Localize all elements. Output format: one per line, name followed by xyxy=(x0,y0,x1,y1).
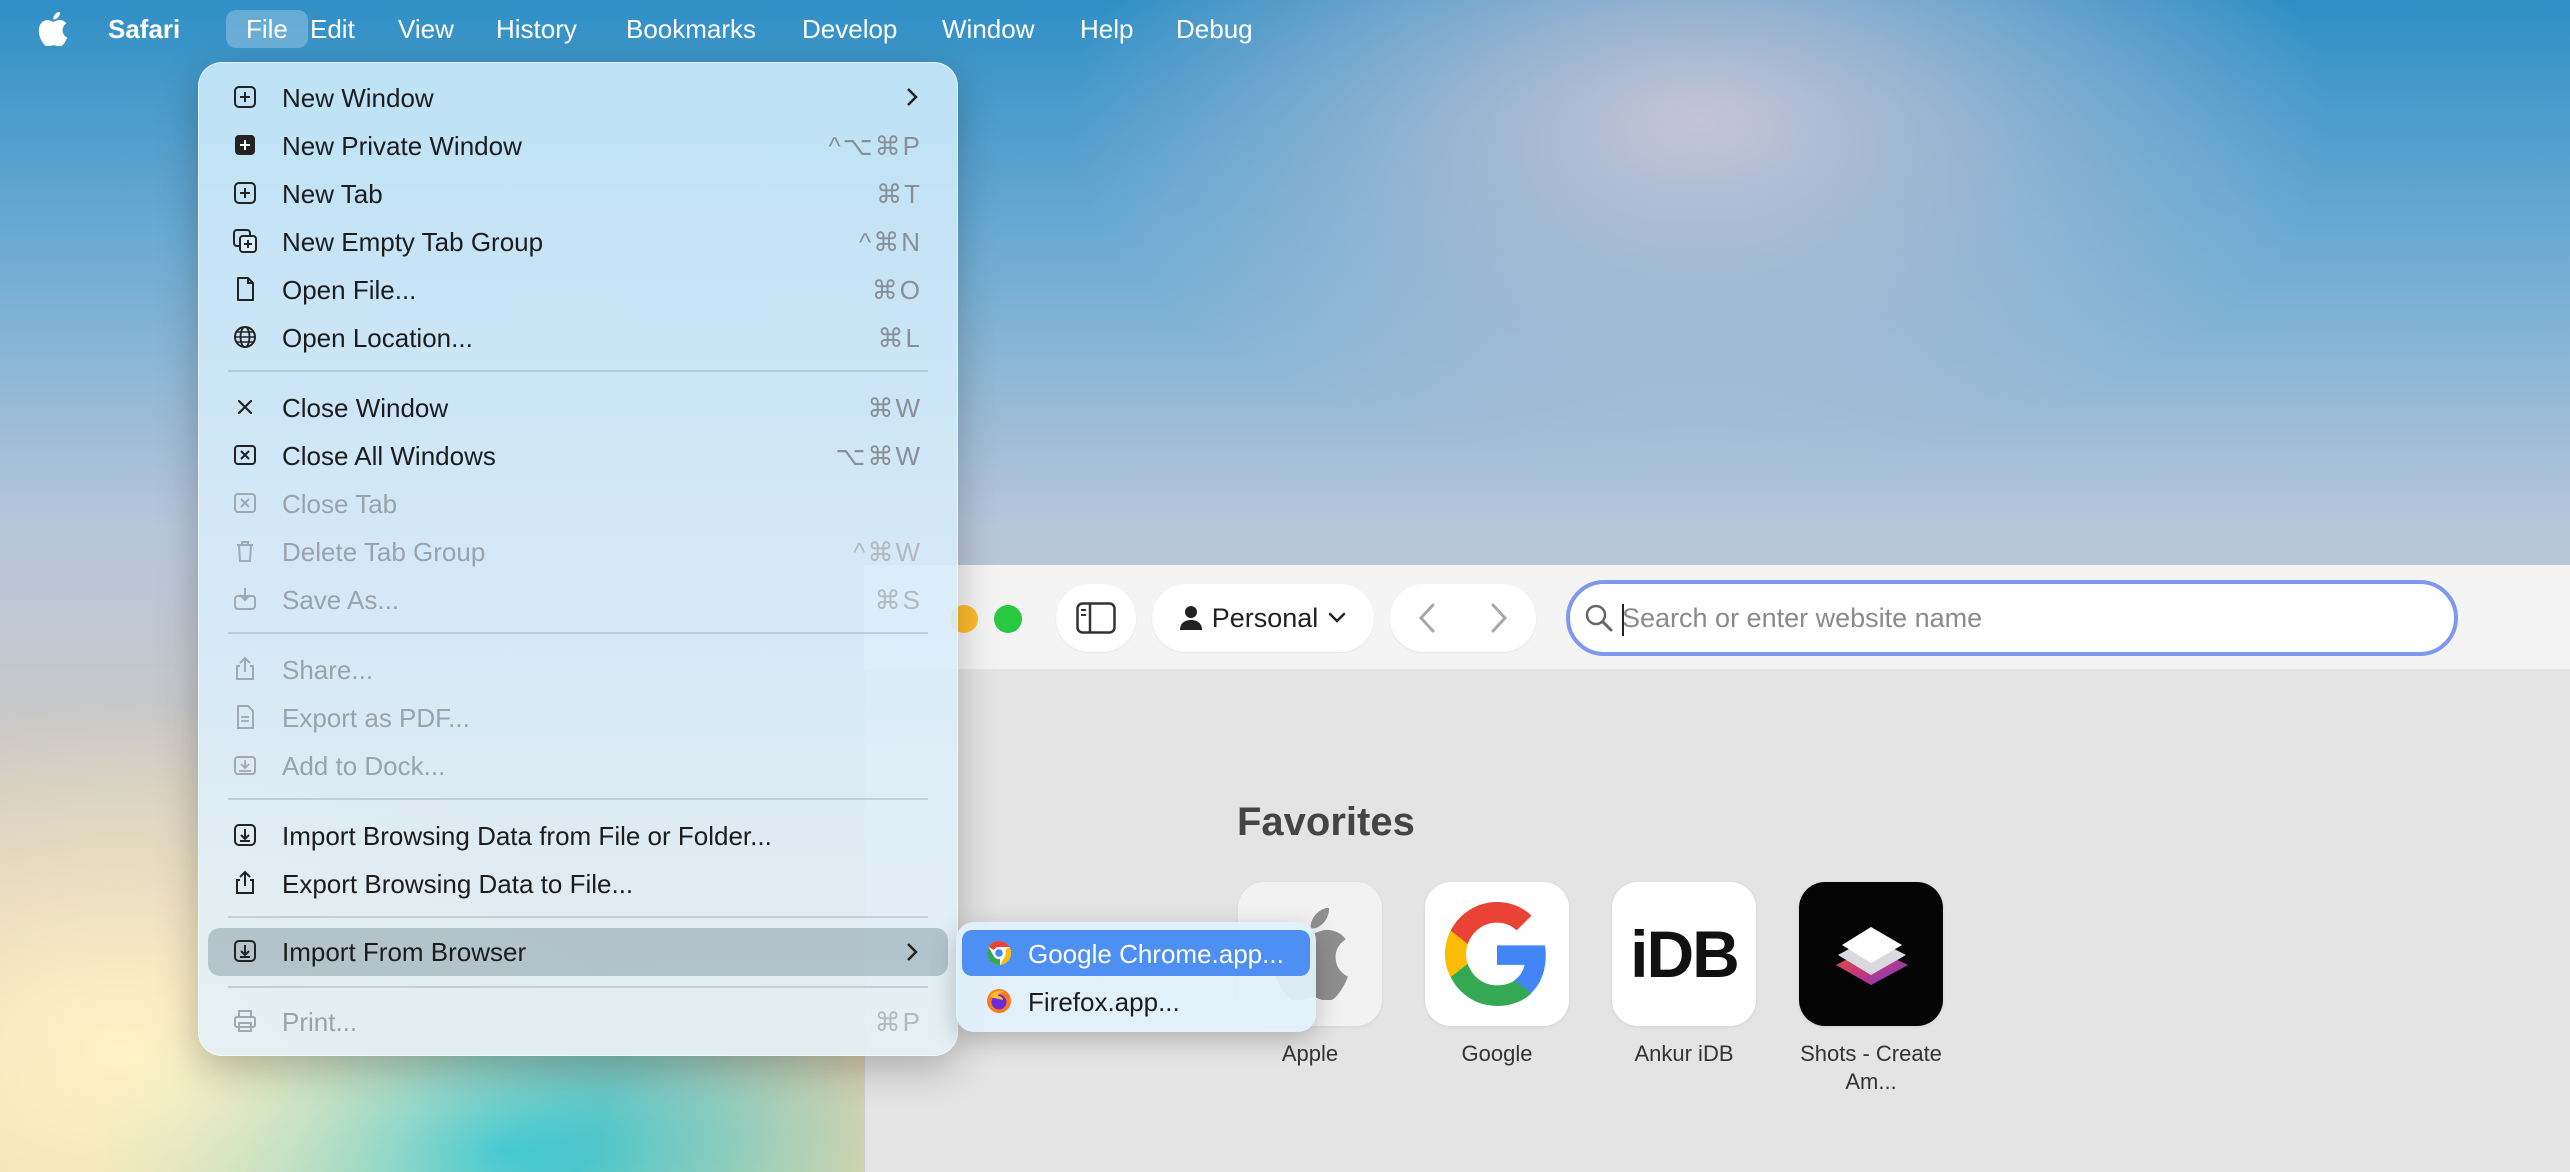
menu-item-delete-tab-group[interactable]: Delete Tab Group ^⌘W xyxy=(208,528,948,574)
google-logo-icon xyxy=(1445,902,1546,1006)
chevron-right-icon xyxy=(907,88,918,106)
dock-icon xyxy=(234,756,256,775)
shots-app-icon xyxy=(1836,927,1908,985)
text-caret xyxy=(1622,604,1624,636)
chevron-right-icon xyxy=(907,943,918,961)
menu-item-add-to-dock[interactable]: Add to Dock... xyxy=(208,742,948,788)
sidebar-toggle-button[interactable] xyxy=(1056,584,1136,652)
sidebar-icon xyxy=(1076,602,1116,634)
import-icon xyxy=(234,824,256,846)
export-icon xyxy=(236,870,254,894)
save-icon xyxy=(234,588,256,610)
favorite-shots[interactable]: Shots - Create Am... xyxy=(1778,882,1964,1096)
firefox-icon xyxy=(987,989,1011,1013)
x-square-icon xyxy=(234,445,256,465)
menu-item-new-private-window[interactable]: New Private Window ^⌥⌘P xyxy=(208,122,948,168)
private-window-icon xyxy=(235,135,255,155)
menu-item-new-empty-tab-group[interactable]: New Empty Tab Group ^⌘N xyxy=(208,218,948,264)
menu-separator xyxy=(228,798,928,800)
plus-square-icon xyxy=(234,86,256,108)
import-from-browser-submenu: Google Chrome.app... Firefox.app... xyxy=(956,922,1316,1032)
document-icon xyxy=(237,277,254,301)
menu-separator xyxy=(228,986,928,988)
menu-edit[interactable]: Edit xyxy=(290,10,375,48)
globe-icon xyxy=(234,326,256,348)
menu-item-new-window[interactable]: New Window xyxy=(208,74,948,120)
profile-button[interactable]: Personal xyxy=(1152,584,1374,652)
menu-item-open-location[interactable]: Open Location... ⌘L xyxy=(208,314,948,360)
navigation-buttons xyxy=(1390,584,1536,652)
trash-icon xyxy=(237,541,253,562)
menu-debug[interactable]: Debug xyxy=(1156,10,1273,48)
menu-help[interactable]: Help xyxy=(1060,10,1153,48)
menu-item-import-browsing-data[interactable]: Import Browsing Data from File or Folder… xyxy=(208,812,948,858)
menu-view[interactable]: View xyxy=(378,10,474,48)
share-icon xyxy=(236,656,254,680)
profile-label: Personal xyxy=(1211,602,1319,633)
person-icon xyxy=(1179,606,1202,630)
submenu-item-firefox[interactable]: Firefox.app... xyxy=(962,978,1310,1024)
favorite-google[interactable]: Google xyxy=(1404,882,1590,1068)
menu-item-export-as-pdf[interactable]: Export as PDF... xyxy=(208,694,948,740)
menu-bar: Safari File Edit View History Bookmarks … xyxy=(0,0,2570,58)
menu-develop[interactable]: Develop xyxy=(782,10,917,48)
apple-menu-icon[interactable] xyxy=(38,12,68,46)
back-arrow-icon[interactable] xyxy=(1416,602,1438,634)
favorite-ankur-idb[interactable]: iDB Ankur iDB xyxy=(1591,882,1777,1068)
plus-square-icon xyxy=(234,182,256,204)
menu-window[interactable]: Window xyxy=(922,10,1054,48)
x-icon xyxy=(237,399,253,415)
favorite-label: Ankur iDB xyxy=(1634,1041,1734,1066)
address-bar[interactable] xyxy=(1566,580,2458,656)
menu-item-close-window[interactable]: Close Window ⌘W xyxy=(208,384,948,430)
menu-item-new-tab[interactable]: New Tab ⌘T xyxy=(208,170,948,216)
favorites-title: Favorites xyxy=(1237,800,1415,844)
printer-icon xyxy=(234,1010,256,1032)
menu-item-close-all-windows[interactable]: Close All Windows ⌥⌘W xyxy=(208,432,948,478)
menu-history[interactable]: History xyxy=(476,10,597,48)
pdf-icon xyxy=(237,705,254,729)
x-square-icon xyxy=(234,493,256,513)
tab-group-icon xyxy=(233,229,257,253)
import-icon xyxy=(234,940,256,962)
menu-safari[interactable]: Safari xyxy=(88,10,200,48)
favorite-label: Apple xyxy=(1281,1041,1339,1066)
menu-item-export-browsing-data[interactable]: Export Browsing Data to File... xyxy=(208,860,948,906)
menu-item-print[interactable]: Print... ⌘P xyxy=(208,998,948,1044)
menu-separator xyxy=(228,632,928,634)
menu-separator xyxy=(228,916,928,918)
search-icon xyxy=(1585,604,1613,632)
search-input[interactable] xyxy=(1618,594,2442,642)
chrome-icon xyxy=(986,941,1012,966)
idb-logo-icon: iDB xyxy=(1630,917,1740,991)
menu-item-import-from-browser[interactable]: Import From Browser xyxy=(208,928,948,976)
submenu-item-google-chrome[interactable]: Google Chrome.app... xyxy=(962,930,1310,976)
menu-item-save-as[interactable]: Save As... ⌘S xyxy=(208,576,948,622)
favorite-label: Google xyxy=(1461,1041,1533,1066)
file-menu: New Window New Private Window ^⌥⌘P New T… xyxy=(198,62,958,1056)
menu-item-open-file[interactable]: Open File... ⌘O xyxy=(208,266,948,312)
favorite-label: Shots - Create Am... xyxy=(1800,1041,1942,1094)
menu-separator xyxy=(228,370,928,372)
zoom-button[interactable] xyxy=(994,605,1022,633)
menu-bookmarks[interactable]: Bookmarks xyxy=(606,10,776,48)
menu-item-share[interactable]: Share... xyxy=(208,646,948,692)
menu-item-close-tab[interactable]: Close Tab xyxy=(208,480,948,526)
forward-arrow-icon[interactable] xyxy=(1488,602,1510,634)
chevron-down-icon xyxy=(1329,612,1346,623)
